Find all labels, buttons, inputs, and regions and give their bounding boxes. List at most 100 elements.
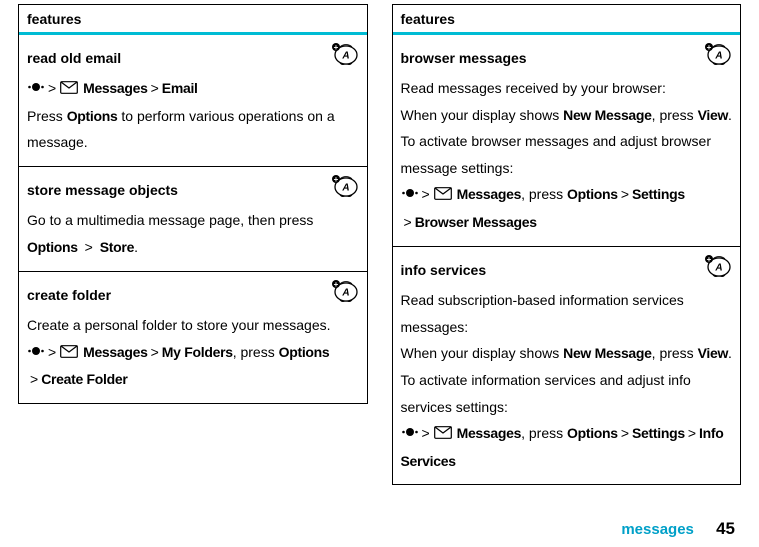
- text-run: View: [698, 107, 728, 123]
- feature-text-line: When your display shows New Message, pre…: [401, 340, 733, 367]
- operator-badge-icon: A+: [704, 43, 732, 65]
- menu-item-label: Options: [567, 425, 618, 441]
- feature-title: create folder: [27, 282, 359, 309]
- page-footer: messages 45: [621, 519, 735, 539]
- feature-cell: A+info services Read subscription-based i…: [393, 246, 741, 485]
- svg-text:+: +: [333, 280, 338, 289]
- operator-badge-icon: A+: [331, 280, 359, 302]
- svg-text:A: A: [714, 50, 722, 61]
- feature-cell: A+store message objects Go to a multimedi…: [19, 166, 367, 271]
- right-column: features A+browser messagesRead messages…: [392, 4, 742, 485]
- table-header: features: [393, 5, 741, 32]
- path-separator: >: [422, 186, 430, 202]
- feature-title: info services: [401, 257, 733, 284]
- path-separator: >: [621, 186, 629, 202]
- center-key-icon: [402, 182, 418, 209]
- navigation-path: > Messages>My Folders, press Options: [27, 339, 359, 367]
- text-run: New Message: [563, 345, 652, 361]
- feature-text-line: Create a personal folder to store your m…: [27, 312, 359, 339]
- svg-text:A: A: [341, 287, 349, 298]
- center-key-icon: [28, 76, 44, 103]
- features-table-right: features A+browser messagesRead messages…: [392, 4, 742, 485]
- text-run: >: [81, 239, 97, 255]
- svg-text:A: A: [341, 50, 349, 61]
- footer-section-label: messages: [621, 521, 694, 538]
- svg-text:+: +: [707, 255, 712, 264]
- footer-page-number: 45: [716, 519, 735, 538]
- envelope-icon: [434, 182, 452, 209]
- navigation-path: > Messages, press Options>Settings: [401, 181, 733, 209]
- text-run: Options: [27, 239, 78, 255]
- text-run: Read messages received by your browser:: [401, 80, 666, 96]
- menu-item-label: Settings: [632, 425, 685, 441]
- path-separator: >: [151, 344, 159, 360]
- text-run: To activate browser messages and adjust …: [401, 133, 711, 176]
- menu-item-label: Messages: [457, 186, 522, 202]
- feature-title: read old email: [27, 45, 359, 72]
- text-run: .: [728, 345, 732, 361]
- text-run: Store: [100, 239, 134, 255]
- svg-text:A: A: [714, 262, 722, 273]
- text-run: , press: [652, 345, 698, 361]
- svg-text:+: +: [333, 175, 338, 184]
- center-key-icon: [402, 421, 418, 448]
- text-run: When your display shows: [401, 345, 564, 361]
- navigation-path: > Messages>Email: [27, 75, 359, 103]
- envelope-icon: [60, 340, 78, 367]
- path-separator: >: [404, 214, 412, 230]
- navigation-path: > Messages, press Options>Settings>Info …: [401, 420, 733, 474]
- feature-cell: A+read old email> Messages>EmailPress Op…: [19, 35, 367, 166]
- feature-text-line: Read messages received by your browser:: [401, 75, 733, 102]
- text-run: New Message: [563, 107, 652, 123]
- menu-item-label: Messages: [457, 425, 522, 441]
- path-separator: >: [48, 80, 56, 96]
- text-run: Options: [67, 108, 118, 124]
- operator-badge-icon: A+: [704, 255, 732, 277]
- feature-text-line: Read subscription-based information serv…: [401, 287, 733, 340]
- feature-text-line: When your display shows New Message, pre…: [401, 102, 733, 129]
- menu-item-label: Options: [567, 186, 618, 202]
- text-run: To activate information services and adj…: [401, 372, 691, 415]
- text-run: .: [728, 107, 732, 123]
- menu-item-label: Options: [279, 344, 330, 360]
- svg-text:+: +: [707, 43, 712, 52]
- svg-text:A: A: [341, 182, 349, 193]
- text-run: , press: [652, 107, 698, 123]
- feature-title: store message objects: [27, 177, 359, 204]
- menu-item-label: My Folders: [162, 344, 233, 360]
- menu-item-label: Messages: [83, 344, 148, 360]
- feature-text-line: Go to a multimedia message page, then pr…: [27, 207, 359, 260]
- path-separator: >: [48, 344, 56, 360]
- feature-cell: A+browser messages Read messages received…: [393, 35, 741, 246]
- envelope-icon: [434, 421, 452, 448]
- path-separator: >: [688, 425, 696, 441]
- features-table-left: features A+read old email> Messages>Emai…: [18, 4, 368, 404]
- feature-title: browser messages: [401, 45, 733, 72]
- feature-cell: A+create folder Create a personal folder …: [19, 271, 367, 403]
- menu-item-label: Browser Messages: [415, 214, 537, 230]
- feature-text-line: Press Options to perform various operati…: [27, 103, 359, 156]
- feature-text-line: To activate information services and adj…: [401, 367, 733, 420]
- envelope-icon: [60, 76, 78, 103]
- svg-text:+: +: [333, 43, 338, 52]
- text-run: , press: [521, 186, 567, 202]
- menu-item-label: Messages: [83, 80, 148, 96]
- text-run: .: [134, 239, 138, 255]
- text-run: Go to a multimedia message page, then pr…: [27, 212, 313, 228]
- path-separator: >: [151, 80, 159, 96]
- path-separator: >: [621, 425, 629, 441]
- path-separator: >: [422, 425, 430, 441]
- text-run: , press: [521, 425, 567, 441]
- text-run: Create a personal folder to store your m…: [27, 317, 331, 333]
- navigation-path: >Create Folder: [27, 366, 359, 393]
- text-run: View: [698, 345, 728, 361]
- feature-text-line: To activate browser messages and adjust …: [401, 128, 733, 181]
- table-header: features: [19, 5, 367, 32]
- operator-badge-icon: A+: [331, 175, 359, 197]
- operator-badge-icon: A+: [331, 43, 359, 65]
- left-column: features A+read old email> Messages>Emai…: [18, 4, 368, 485]
- text-run: When your display shows: [401, 107, 564, 123]
- text-run: Read subscription-based information serv…: [401, 292, 684, 335]
- menu-item-label: Email: [162, 80, 198, 96]
- path-separator: >: [30, 371, 38, 387]
